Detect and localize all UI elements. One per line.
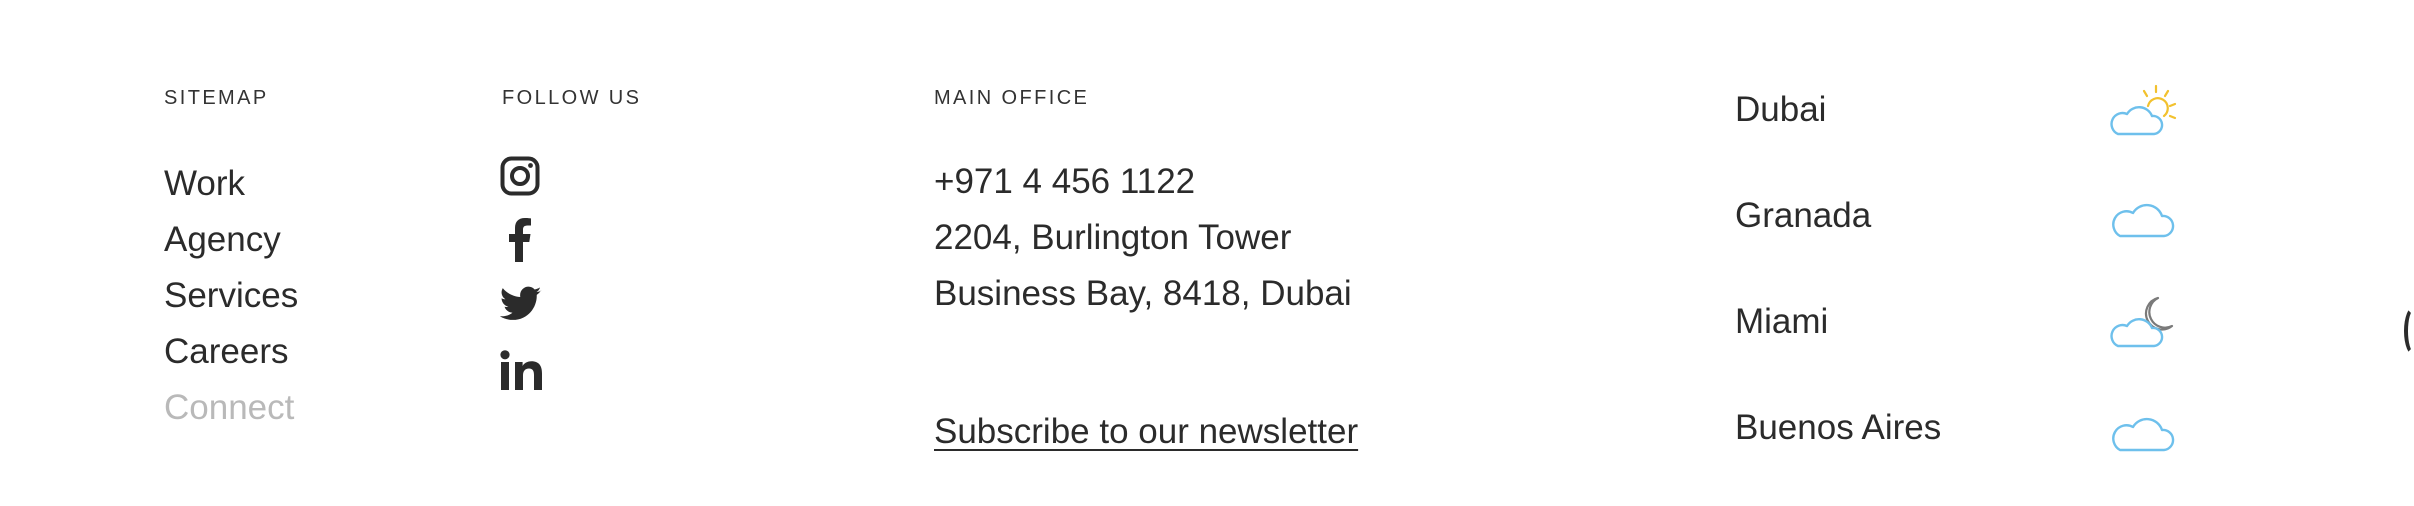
follow-heading: FOLLOW US xyxy=(502,87,642,109)
weather-city-dubai: Dubai xyxy=(1735,90,1827,129)
sitemap-link-agency[interactable]: Agency xyxy=(164,212,298,268)
office-phone[interactable]: +971 4 456 1122 xyxy=(934,154,1195,210)
sitemap-link-careers[interactable]: Careers xyxy=(164,324,298,380)
facebook-link[interactable] xyxy=(507,218,533,262)
office-heading: MAIN OFFICE xyxy=(934,87,1090,109)
weather-city-granada: Granada xyxy=(1735,196,1872,235)
office-address-line2: Business Bay, 8418, Dubai xyxy=(934,274,1352,313)
linkedin-icon xyxy=(500,350,542,390)
office-address-line1: 2204, Burlington Tower xyxy=(934,218,1292,257)
instagram-link[interactable] xyxy=(500,156,540,196)
partly-cloudy-night-icon xyxy=(2110,296,2174,348)
sitemap-link-connect[interactable]: Connect xyxy=(164,380,298,436)
sitemap-link-work[interactable]: Work xyxy=(164,156,298,212)
weather-city-miami: Miami xyxy=(1735,302,1829,341)
sitemap-link-services[interactable]: Services xyxy=(164,268,298,324)
instagram-icon xyxy=(500,156,540,196)
facebook-icon xyxy=(509,218,531,262)
twitter-link[interactable] xyxy=(500,286,542,322)
partly-sunny-icon xyxy=(2110,84,2177,136)
twitter-icon xyxy=(500,286,542,320)
cloud-icon xyxy=(2112,417,2175,452)
sitemap-list: Work Agency Services Careers Connect xyxy=(164,156,298,436)
linkedin-link[interactable] xyxy=(500,350,542,390)
scroll-edge-indicator xyxy=(2404,306,2414,356)
sitemap-heading: SITEMAP xyxy=(164,87,269,109)
weather-city-buenos-aires: Buenos Aires xyxy=(1735,408,1942,447)
cloud-icon xyxy=(2112,203,2175,238)
newsletter-link[interactable]: Subscribe to our newsletter xyxy=(934,404,1358,460)
